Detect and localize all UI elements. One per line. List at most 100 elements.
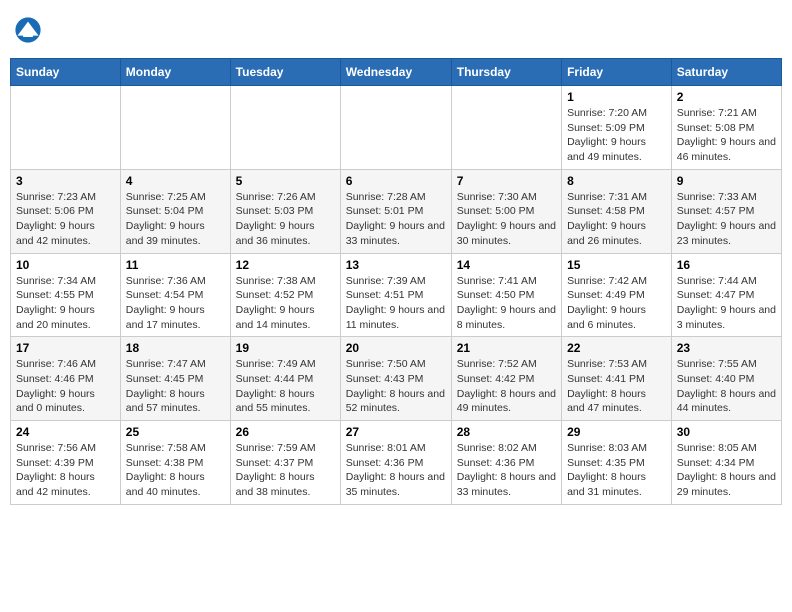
calendar-week-row: 17 Sunrise: 7:46 AM Sunset: 4:46 PM Dayli… xyxy=(11,337,782,421)
day-info: Sunrise: 8:02 AM Sunset: 4:36 PM Dayligh… xyxy=(457,441,556,500)
day-info: Sunrise: 8:05 AM Sunset: 4:34 PM Dayligh… xyxy=(677,441,776,500)
day-number: 3 xyxy=(16,174,115,188)
day-info: Sunrise: 7:46 AM Sunset: 4:46 PM Dayligh… xyxy=(16,357,115,416)
calendar-cell: 6Sunrise: 7:28 AM Sunset: 5:01 PM Daylig… xyxy=(340,169,451,253)
day-info: Sunrise: 7:52 AM Sunset: 4:42 PM Dayligh… xyxy=(457,357,556,416)
day-number: 15 xyxy=(567,258,666,272)
day-info: Sunrise: 7:38 AM Sunset: 4:52 PM Dayligh… xyxy=(236,274,335,333)
calendar-cell: 30 Sunrise: 8:05 AM Sunset: 4:34 PM Dayli… xyxy=(671,421,781,505)
calendar-cell: 28 Sunrise: 8:02 AM Sunset: 4:36 PM Dayli… xyxy=(451,421,561,505)
day-number: 26 xyxy=(236,425,335,439)
calendar-cell xyxy=(120,86,230,170)
calendar-cell: 5 Sunrise: 7:26 AM Sunset: 5:03 PM Daylig… xyxy=(230,169,340,253)
calendar-cell: 9 Sunrise: 7:33 AM Sunset: 4:57 PM Daylig… xyxy=(671,169,781,253)
day-number: 11 xyxy=(126,258,225,272)
calendar-cell: 14 Sunrise: 7:41 AM Sunset: 4:50 PM Dayli… xyxy=(451,253,561,337)
calendar-cell: 26 Sunrise: 7:59 AM Sunset: 4:37 PM Dayli… xyxy=(230,421,340,505)
day-info: Sunrise: 7:36 AM Sunset: 4:54 PM Dayligh… xyxy=(126,274,225,333)
day-number: 30 xyxy=(677,425,776,439)
calendar-cell: 21Sunrise: 7:52 AM Sunset: 4:42 PM Dayli… xyxy=(451,337,561,421)
calendar-cell: 19 Sunrise: 7:49 AM Sunset: 4:44 PM Dayli… xyxy=(230,337,340,421)
calendar-cell: 7Sunrise: 7:30 AM Sunset: 5:00 PM Daylig… xyxy=(451,169,561,253)
calendar-week-row: 24 Sunrise: 7:56 AM Sunset: 4:39 PM Dayli… xyxy=(11,421,782,505)
calendar-cell: 12 Sunrise: 7:38 AM Sunset: 4:52 PM Dayli… xyxy=(230,253,340,337)
day-info: Sunrise: 7:21 AM Sunset: 5:08 PM Dayligh… xyxy=(677,106,776,165)
day-number: 24 xyxy=(16,425,115,439)
day-info: Sunrise: 8:03 AM Sunset: 4:35 PM Dayligh… xyxy=(567,441,666,500)
day-number: 19 xyxy=(236,341,335,355)
day-number: 6 xyxy=(346,174,446,188)
day-number: 28 xyxy=(457,425,556,439)
day-info: Sunrise: 7:31 AM Sunset: 4:58 PM Dayligh… xyxy=(567,190,666,249)
calendar-cell: 22 Sunrise: 7:53 AM Sunset: 4:41 PM Dayli… xyxy=(562,337,672,421)
day-number: 9 xyxy=(677,174,776,188)
day-info: Sunrise: 7:44 AM Sunset: 4:47 PM Dayligh… xyxy=(677,274,776,333)
day-info: Sunrise: 7:26 AM Sunset: 5:03 PM Dayligh… xyxy=(236,190,335,249)
calendar-cell: 20 Sunrise: 7:50 AM Sunset: 4:43 PM Dayli… xyxy=(340,337,451,421)
day-number: 20 xyxy=(346,341,446,355)
calendar-cell: 24 Sunrise: 7:56 AM Sunset: 4:39 PM Dayli… xyxy=(11,421,121,505)
day-info: Sunrise: 7:49 AM Sunset: 4:44 PM Dayligh… xyxy=(236,357,335,416)
day-number: 29 xyxy=(567,425,666,439)
logo-icon xyxy=(14,16,42,44)
day-number: 23 xyxy=(677,341,776,355)
day-info: Sunrise: 7:59 AM Sunset: 4:37 PM Dayligh… xyxy=(236,441,335,500)
calendar-day-header: Tuesday xyxy=(230,59,340,86)
day-number: 13 xyxy=(346,258,446,272)
calendar-cell: 13 Sunrise: 7:39 AM Sunset: 4:51 PM Dayli… xyxy=(340,253,451,337)
day-info: Sunrise: 7:53 AM Sunset: 4:41 PM Dayligh… xyxy=(567,357,666,416)
day-number: 22 xyxy=(567,341,666,355)
calendar-day-header: Friday xyxy=(562,59,672,86)
day-info: Sunrise: 7:39 AM Sunset: 4:51 PM Dayligh… xyxy=(346,274,446,333)
calendar-cell xyxy=(340,86,451,170)
day-number: 2 xyxy=(677,90,776,104)
day-info: Sunrise: 7:58 AM Sunset: 4:38 PM Dayligh… xyxy=(126,441,225,500)
day-info: Sunrise: 7:41 AM Sunset: 4:50 PM Dayligh… xyxy=(457,274,556,333)
day-info: Sunrise: 8:01 AM Sunset: 4:36 PM Dayligh… xyxy=(346,441,446,500)
day-info: Sunrise: 7:25 AM Sunset: 5:04 PM Dayligh… xyxy=(126,190,225,249)
calendar-cell: 27 Sunrise: 8:01 AM Sunset: 4:36 PM Dayli… xyxy=(340,421,451,505)
calendar-cell xyxy=(11,86,121,170)
calendar-cell: 16 Sunrise: 7:44 AM Sunset: 4:47 PM Dayli… xyxy=(671,253,781,337)
calendar-cell: 25Sunrise: 7:58 AM Sunset: 4:38 PM Dayli… xyxy=(120,421,230,505)
calendar-day-header: Saturday xyxy=(671,59,781,86)
day-info: Sunrise: 7:56 AM Sunset: 4:39 PM Dayligh… xyxy=(16,441,115,500)
day-info: Sunrise: 7:34 AM Sunset: 4:55 PM Dayligh… xyxy=(16,274,115,333)
calendar-cell: 1 Sunrise: 7:20 AM Sunset: 5:09 PM Daylig… xyxy=(562,86,672,170)
day-number: 16 xyxy=(677,258,776,272)
calendar-cell xyxy=(230,86,340,170)
calendar-day-header: Thursday xyxy=(451,59,561,86)
day-info: Sunrise: 7:20 AM Sunset: 5:09 PM Dayligh… xyxy=(567,106,666,165)
logo xyxy=(14,16,46,44)
day-info: Sunrise: 7:47 AM Sunset: 4:45 PM Dayligh… xyxy=(126,357,225,416)
day-info: Sunrise: 7:23 AM Sunset: 5:06 PM Dayligh… xyxy=(16,190,115,249)
day-number: 4 xyxy=(126,174,225,188)
page-header xyxy=(10,10,782,50)
day-number: 10 xyxy=(16,258,115,272)
calendar-table: SundayMondayTuesdayWednesdayThursdayFrid… xyxy=(10,58,782,505)
calendar-cell: 17 Sunrise: 7:46 AM Sunset: 4:46 PM Dayli… xyxy=(11,337,121,421)
day-number: 1 xyxy=(567,90,666,104)
day-info: Sunrise: 7:42 AM Sunset: 4:49 PM Dayligh… xyxy=(567,274,666,333)
calendar-day-header: Monday xyxy=(120,59,230,86)
day-info: Sunrise: 7:50 AM Sunset: 4:43 PM Dayligh… xyxy=(346,357,446,416)
calendar-week-row: 10 Sunrise: 7:34 AM Sunset: 4:55 PM Dayli… xyxy=(11,253,782,337)
calendar-cell: 18 Sunrise: 7:47 AM Sunset: 4:45 PM Dayli… xyxy=(120,337,230,421)
calendar-cell: 4 Sunrise: 7:25 AM Sunset: 5:04 PM Daylig… xyxy=(120,169,230,253)
day-info: Sunrise: 7:33 AM Sunset: 4:57 PM Dayligh… xyxy=(677,190,776,249)
day-number: 27 xyxy=(346,425,446,439)
calendar-week-row: 3 Sunrise: 7:23 AM Sunset: 5:06 PM Daylig… xyxy=(11,169,782,253)
day-number: 14 xyxy=(457,258,556,272)
calendar-week-row: 1 Sunrise: 7:20 AM Sunset: 5:09 PM Daylig… xyxy=(11,86,782,170)
day-number: 17 xyxy=(16,341,115,355)
calendar-cell: 15 Sunrise: 7:42 AM Sunset: 4:49 PM Dayli… xyxy=(562,253,672,337)
day-info: Sunrise: 7:55 AM Sunset: 4:40 PM Dayligh… xyxy=(677,357,776,416)
calendar-cell: 23 Sunrise: 7:55 AM Sunset: 4:40 PM Dayli… xyxy=(671,337,781,421)
calendar-cell: 11 Sunrise: 7:36 AM Sunset: 4:54 PM Dayli… xyxy=(120,253,230,337)
day-number: 7 xyxy=(457,174,556,188)
day-number: 12 xyxy=(236,258,335,272)
calendar-header-row: SundayMondayTuesdayWednesdayThursdayFrid… xyxy=(11,59,782,86)
calendar-day-header: Sunday xyxy=(11,59,121,86)
day-number: 18 xyxy=(126,341,225,355)
day-number: 5 xyxy=(236,174,335,188)
